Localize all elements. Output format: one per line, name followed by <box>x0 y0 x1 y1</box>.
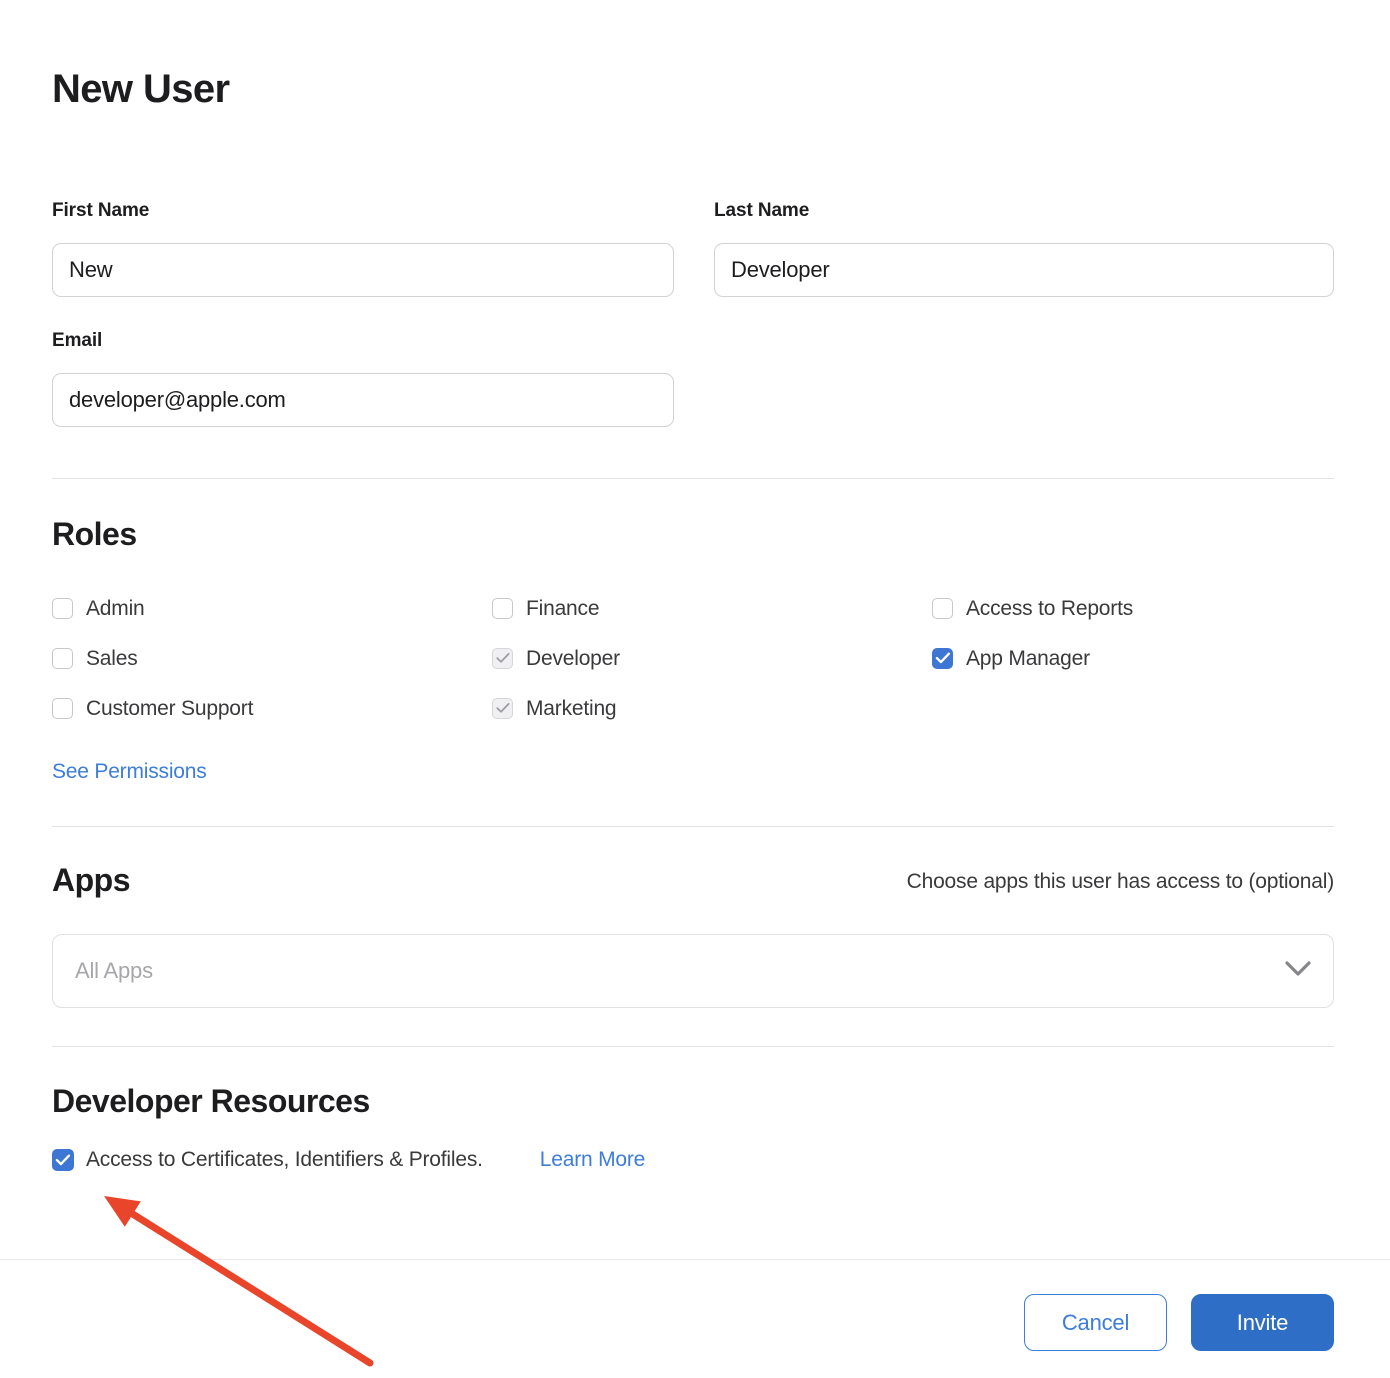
chevron-down-icon <box>1285 961 1311 982</box>
role-label: Sales <box>86 648 138 669</box>
invite-button[interactable]: Invite <box>1191 1294 1334 1351</box>
role-option[interactable]: Developer <box>492 633 932 683</box>
role-label: Finance <box>526 598 599 619</box>
developer-resources-checkbox[interactable] <box>52 1149 74 1171</box>
last-name-label: Last Name <box>714 200 809 222</box>
role-checkbox-unchecked[interactable] <box>492 598 513 619</box>
last-name-input[interactable] <box>714 243 1334 297</box>
email-label: Email <box>52 330 102 352</box>
role-checkbox-disabled-checked[interactable] <box>492 698 513 719</box>
role-option[interactable]: App Manager <box>932 633 1334 683</box>
developer-resources-row: Access to Certificates, Identifiers & Pr… <box>52 1148 645 1172</box>
new-user-dialog: New User First Name Last Name Email Role… <box>0 0 1390 1378</box>
developer-resources-checkbox-label: Access to Certificates, Identifiers & Pr… <box>86 1148 483 1172</box>
role-checkbox-unchecked[interactable] <box>52 648 73 669</box>
role-checkbox-unchecked[interactable] <box>52 598 73 619</box>
role-checkbox-unchecked[interactable] <box>52 698 73 719</box>
role-label: App Manager <box>966 648 1090 669</box>
learn-more-link[interactable]: Learn More <box>540 1148 645 1172</box>
role-label: Customer Support <box>86 698 253 719</box>
role-option[interactable]: Access to Reports <box>932 583 1334 633</box>
footer-divider <box>0 1259 1390 1260</box>
see-permissions-link[interactable]: See Permissions <box>52 760 207 784</box>
section-divider <box>52 1046 1334 1047</box>
role-checkbox-unchecked[interactable] <box>932 598 953 619</box>
section-divider <box>52 478 1334 479</box>
role-option[interactable]: Admin <box>52 583 492 633</box>
role-checkbox-disabled-checked[interactable] <box>492 648 513 669</box>
roles-checkbox-grid: Admin Sales Customer Support Finance Develop… <box>52 583 1334 733</box>
apps-select-value: All Apps <box>75 958 1285 984</box>
first-name-label: First Name <box>52 200 149 222</box>
apps-hint-text: Choose apps this user has access to (opt… <box>907 870 1334 894</box>
section-divider <box>52 826 1334 827</box>
footer-actions: Cancel Invite <box>1024 1294 1334 1351</box>
roles-heading: Roles <box>52 516 137 553</box>
apps-select[interactable]: All Apps <box>52 934 1334 1008</box>
page-title: New User <box>52 66 230 112</box>
first-name-input[interactable] <box>52 243 674 297</box>
role-option[interactable]: Marketing <box>492 683 932 733</box>
role-label: Developer <box>526 648 620 669</box>
email-input[interactable] <box>52 373 674 427</box>
role-label: Marketing <box>526 698 616 719</box>
role-option[interactable]: Finance <box>492 583 932 633</box>
developer-resources-heading: Developer Resources <box>52 1083 370 1120</box>
cancel-button[interactable]: Cancel <box>1024 1294 1167 1351</box>
role-label: Admin <box>86 598 145 619</box>
role-option[interactable]: Sales <box>52 633 492 683</box>
role-checkbox-checked[interactable] <box>932 648 953 669</box>
role-label: Access to Reports <box>966 598 1133 619</box>
role-option[interactable]: Customer Support <box>52 683 492 733</box>
apps-heading: Apps <box>52 862 130 899</box>
